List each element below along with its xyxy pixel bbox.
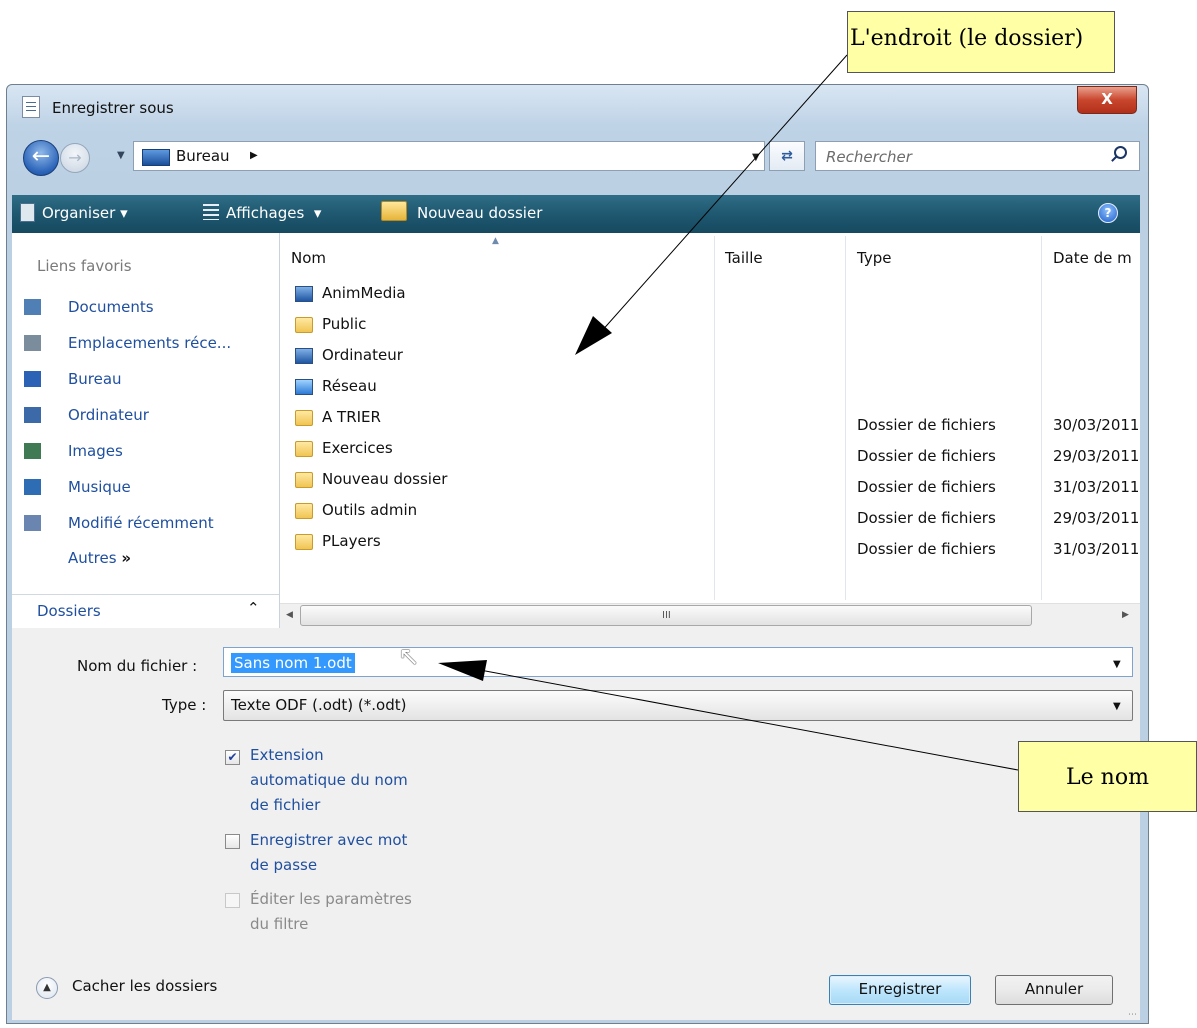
name-arrow-line: [479, 669, 1019, 771]
computer-icon: [24, 407, 41, 423]
location-arrow-line: [599, 54, 848, 334]
location-arrowhead: [575, 316, 612, 355]
pictures-icon: [24, 443, 41, 459]
recently-changed-icon: [24, 515, 41, 531]
recent-places-icon: [24, 335, 41, 351]
music-icon: [24, 479, 41, 495]
desktop-icon: [24, 371, 41, 387]
annotation-arrows: [438, 54, 1019, 771]
name-callout: Le nom: [1018, 741, 1197, 812]
documents-icon: [24, 299, 41, 315]
name-arrowhead: [438, 660, 487, 681]
location-callout: L'endroit (le dossier): [847, 11, 1115, 73]
